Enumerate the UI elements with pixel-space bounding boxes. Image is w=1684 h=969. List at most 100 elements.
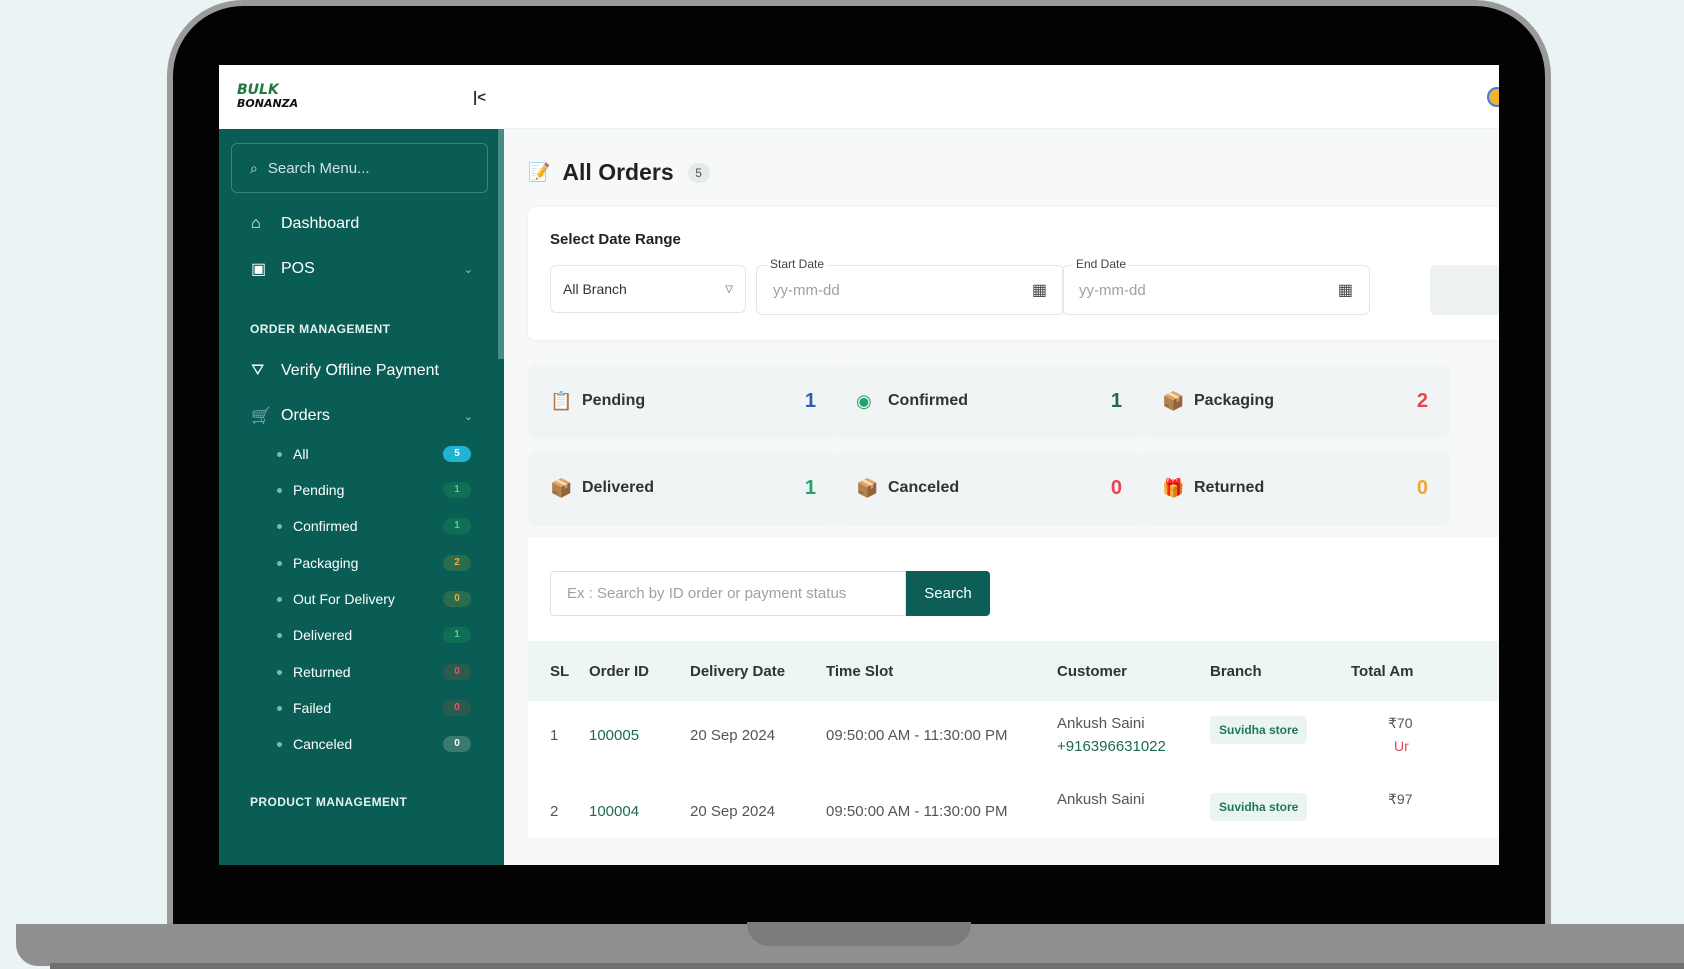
laptop-base-shadow (50, 963, 1684, 969)
search-button[interactable]: Search (906, 571, 990, 616)
stat-card-confirmed[interactable]: ◉ Confirmed 1 (834, 365, 1144, 437)
cell-time-slot: 09:50:00 AM - 11:30:00 PM (826, 803, 1008, 820)
orders-table-card: Ex : Search by ID order or payment statu… (528, 537, 1499, 837)
customer-phone-link[interactable]: +916396631022 (1057, 738, 1166, 755)
stat-value: 1 (1110, 389, 1122, 412)
sidebar-menu: ⌕ Search Menu... ⌂ Dashboard ▣ POS ⌄ ORD… (219, 129, 504, 865)
stat-label: Delivered (582, 479, 655, 496)
sub-label: Delivered (293, 627, 353, 643)
page-title: All Orders (562, 159, 674, 185)
sub-label: All (293, 446, 309, 462)
collapse-sidebar-icon[interactable]: |< (473, 89, 486, 106)
bullet-icon (277, 560, 282, 566)
bullet-icon (277, 523, 282, 529)
column-header: Delivery Date (690, 663, 786, 680)
calendar-icon[interactable]: ▦ (1032, 280, 1047, 300)
sidebar-item-label: Orders (281, 407, 330, 424)
home-icon: ⌂ (251, 215, 261, 232)
sidebar-sub-failed[interactable]: Failed 0 (277, 700, 471, 716)
cell-total-amount: ₹70 (1388, 715, 1413, 731)
order-id-link[interactable]: 100004 (589, 803, 639, 820)
column-header: Time Slot (826, 663, 894, 680)
chevron-down-icon: ⌄ (463, 410, 473, 423)
count-badge: 5 (443, 446, 471, 462)
stat-value: 0 (1110, 476, 1122, 499)
bullet-icon (277, 669, 282, 675)
column-header: Customer (1057, 663, 1128, 680)
package-icon: 📦 (1162, 390, 1185, 411)
sidebar-sub-all[interactable]: All 5 (277, 446, 471, 462)
sub-label: Canceled (293, 736, 353, 752)
column-header: Total Am (1351, 663, 1414, 680)
chevron-down-icon: ▽ (725, 283, 733, 295)
basket-icon: ⛛ (251, 362, 265, 379)
sub-label: Failed (293, 700, 332, 716)
sidebar-item-orders[interactable]: 🛒 Orders ⌄ (251, 406, 473, 426)
end-date-placeholder: yy-mm-dd (1079, 281, 1146, 299)
filter-button[interactable] (1430, 265, 1499, 315)
sidebar-sub-returned[interactable]: Returned 0 (277, 664, 471, 680)
main-content: 📝 All Orders 5 Select Date Range All Bra… (504, 129, 1499, 865)
search-icon: ⌕ (250, 159, 258, 176)
order-search-input[interactable]: Ex : Search by ID order or payment statu… (550, 571, 906, 616)
sidebar-sub-confirmed[interactable]: Confirmed 1 (277, 518, 471, 534)
sidebar-sub-pending[interactable]: Pending 1 (277, 482, 471, 498)
orders-list-icon: 📝 (528, 162, 551, 182)
stat-card-canceled[interactable]: 📦 Canceled 0 (834, 452, 1144, 524)
bullet-icon (277, 487, 282, 493)
menu-search-input[interactable]: ⌕ Search Menu... (231, 143, 488, 193)
stat-card-delivered[interactable]: 📦 Delivered 1 (528, 452, 838, 524)
menu-search-placeholder: Search Menu... (267, 159, 370, 177)
avatar[interactable] (1487, 87, 1499, 107)
stat-card-returned[interactable]: 🎁 Returned 0 (1140, 452, 1450, 524)
stat-value: 1 (804, 389, 816, 412)
end-date-label: End Date (1073, 257, 1130, 271)
check-circle-icon: ◉ (856, 390, 872, 411)
sidebar-sub-canceled[interactable]: Canceled 0 (277, 736, 471, 752)
sub-label: Confirmed (293, 518, 358, 534)
sidebar-item-pos[interactable]: ▣ POS ⌄ (251, 259, 473, 279)
logo-line-1: BULK (237, 82, 279, 98)
cell-total-amount: ₹97 (1388, 791, 1413, 807)
start-date-input[interactable]: Start Date yy-mm-dd ▦ (756, 257, 1064, 315)
sidebar-sub-packaging[interactable]: Packaging 2 (277, 555, 471, 571)
branch-select[interactable]: All Branch ▽ (550, 265, 746, 313)
count-badge: 2 (443, 555, 471, 571)
sidebar-sub-out-for-delivery[interactable]: Out For Delivery 0 (277, 591, 471, 607)
count-badge: 0 (443, 591, 471, 607)
cell-time-slot: 09:50:00 AM - 11:30:00 PM (826, 727, 1008, 744)
count-badge: 1 (443, 627, 471, 643)
column-header: Order ID (589, 663, 650, 680)
order-search-placeholder: Ex : Search by ID order or payment statu… (567, 585, 847, 602)
column-header: SL (550, 663, 570, 680)
cell-sl: 2 (550, 803, 559, 820)
logo-line-2: BONANZA (237, 97, 299, 110)
cell-delivery-date: 20 Sep 2024 (690, 727, 776, 744)
laptop-notch (747, 922, 971, 946)
stat-label: Confirmed (888, 392, 968, 409)
stat-card-pending[interactable]: 📋 Pending 1 (528, 365, 838, 437)
bullet-icon (277, 705, 282, 711)
canceled-box-icon: 📦 (856, 477, 879, 498)
calendar-icon[interactable]: ▦ (1338, 280, 1353, 300)
section-order-management: ORDER MANAGEMENT (250, 322, 391, 336)
sidebar-item-dashboard[interactable]: ⌂ Dashboard (251, 215, 473, 233)
stat-card-packaging[interactable]: 📦 Packaging 2 (1140, 365, 1450, 437)
bag-icon: ▣ (251, 261, 267, 278)
sub-label: Out For Delivery (293, 591, 395, 607)
page-header: 📝 All Orders 5 (528, 159, 710, 186)
sidebar: BULK BONANZA |< ⌕ Search Menu... ⌂ Dashb… (219, 65, 504, 865)
sidebar-item-label: POS (281, 260, 315, 277)
branch-badge: Suvidha store (1210, 716, 1308, 744)
order-id-link[interactable]: 100005 (589, 727, 639, 744)
stat-value: 2 (1416, 389, 1428, 412)
section-product-management: PRODUCT MANAGEMENT (250, 795, 408, 809)
cell-sl: 1 (550, 727, 559, 744)
cart-icon: 🛒 (251, 408, 271, 425)
sidebar-sub-delivered[interactable]: Delivered 1 (277, 627, 471, 643)
branch-badge: Suvidha store (1210, 793, 1308, 821)
sidebar-item-verify-offline-payment[interactable]: ⛛ Verify Offline Payment (251, 362, 473, 380)
clipboard-icon: 📋 (550, 390, 573, 411)
brand-logo[interactable]: BULK BONANZA (237, 83, 298, 111)
end-date-input[interactable]: End Date yy-mm-dd ▦ (1062, 257, 1370, 315)
